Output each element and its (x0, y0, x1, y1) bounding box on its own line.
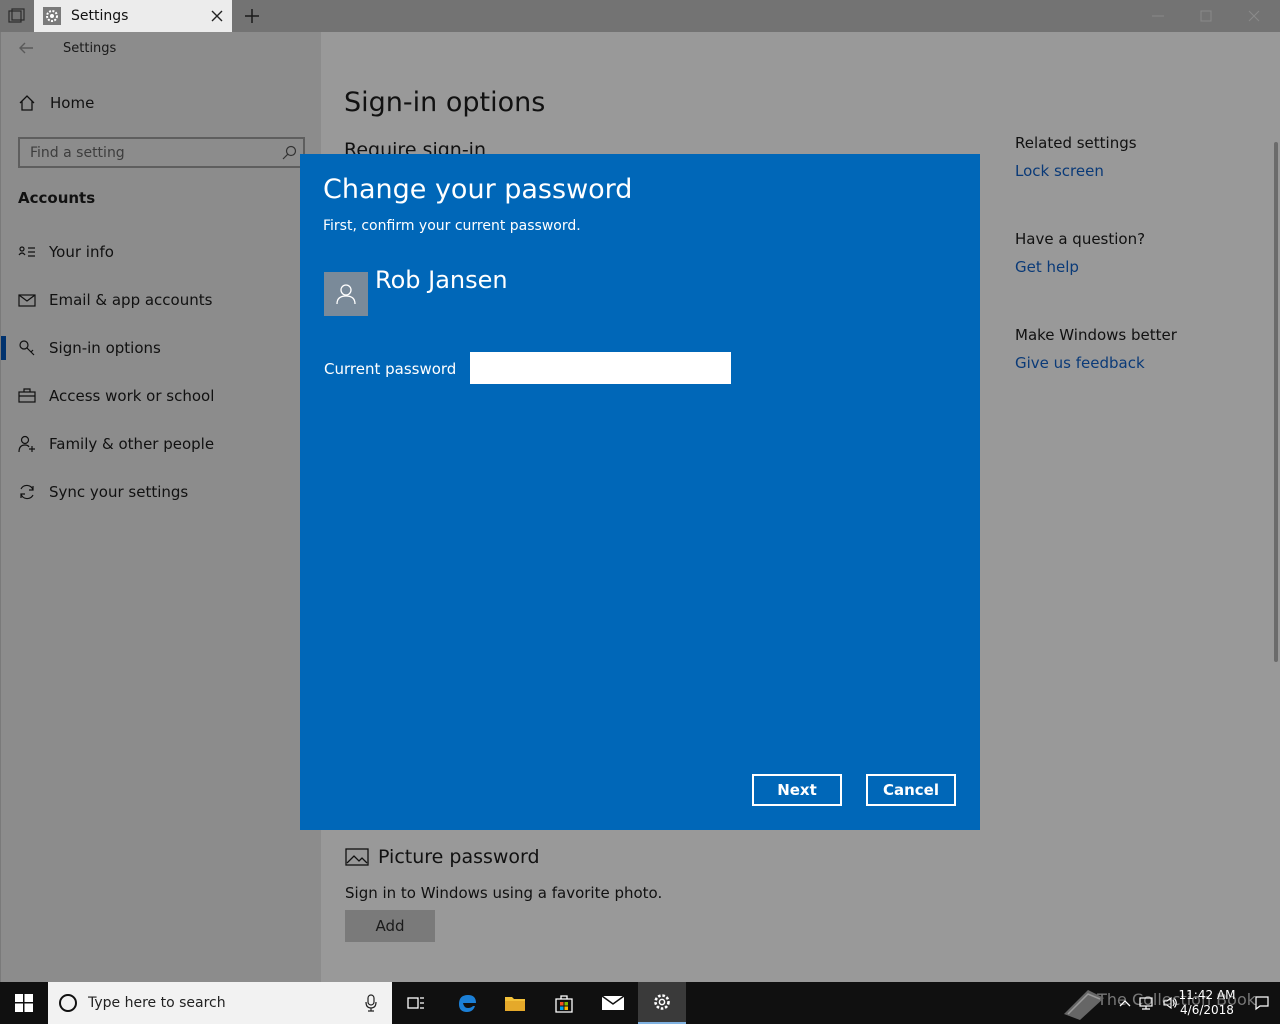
task-view-button[interactable] (392, 982, 440, 1024)
new-tab-icon[interactable] (242, 6, 262, 26)
person-add-icon (18, 435, 35, 453)
current-password-field[interactable] (470, 352, 731, 384)
app-title: Settings (63, 41, 117, 56)
file-explorer-button[interactable] (491, 982, 539, 1024)
change-password-dialog: Change your password First, confirm your… (300, 154, 980, 830)
tab-settings[interactable]: Settings (34, 0, 232, 32)
question-heading: Have a question? (1015, 230, 1146, 248)
home-label: Home (50, 94, 95, 112)
mail-app-button[interactable] (589, 982, 637, 1024)
find-setting-search[interactable] (18, 137, 305, 168)
user-icon (336, 284, 356, 305)
mail-app-icon (601, 995, 625, 1010)
sync-icon (20, 484, 34, 500)
action-center-icon[interactable] (1254, 995, 1270, 1011)
clock-time: 11:42 AM (1178, 988, 1236, 1002)
gear-icon (654, 994, 670, 1010)
microphone-icon[interactable] (364, 994, 378, 1012)
get-help-link[interactable]: Get help (1015, 258, 1255, 276)
user-name: Rob Jansen (375, 266, 508, 294)
taskbar: The Collection Book 11:42 AM 4/6/2018 (0, 982, 1280, 1024)
store-button[interactable] (540, 982, 588, 1024)
sidebar-item-label: Email & app accounts (49, 291, 213, 309)
system-tray: The Collection Book 11:42 AM 4/6/2018 (1020, 982, 1280, 1024)
clock[interactable]: 11:42 AM 4/6/2018 (1172, 988, 1242, 1018)
edge-icon (459, 995, 476, 1012)
tab-overview-icon[interactable] (8, 8, 26, 24)
sidebar-item-access-work-school[interactable]: Access work or school (1, 372, 322, 420)
search-icon[interactable] (282, 145, 297, 160)
dialog-title: Change your password (323, 174, 633, 205)
network-icon[interactable] (1138, 995, 1154, 1011)
mail-icon (18, 294, 36, 307)
taskbar-search[interactable] (48, 982, 392, 1024)
close-tab-icon[interactable] (208, 7, 226, 25)
gear-icon (43, 7, 61, 25)
sidebar-item-label: Family & other people (49, 435, 215, 453)
sidebar-item-label: Sign-in options (49, 339, 161, 357)
task-view-icon (407, 997, 424, 1009)
clock-date: 4/6/2018 (1180, 1003, 1234, 1017)
folder-icon (505, 997, 525, 1011)
sidebar-item-label: Your info (49, 243, 114, 261)
sidebar-nav: Your info Email & app accounts Sign-in o… (1, 228, 322, 516)
cortana-icon (59, 994, 77, 1012)
page-title: Sign-in options (344, 87, 546, 118)
maximize-icon[interactable] (1198, 8, 1214, 24)
require-sign-in-heading: Require sign-in (344, 139, 486, 155)
back-arrow-icon[interactable] (17, 40, 35, 56)
store-icon (555, 995, 573, 1013)
give-feedback-link[interactable]: Give us feedback (1015, 354, 1255, 372)
section-title: Accounts (18, 189, 96, 207)
settings-app-button[interactable] (638, 982, 686, 1024)
current-password-label: Current password (324, 360, 457, 378)
sidebar: Settings Home Accounts Your info (0, 32, 321, 982)
feedback-heading: Make Windows better (1015, 326, 1177, 344)
taskbar-search-input[interactable] (88, 995, 338, 1011)
picture-password-add-button[interactable]: Add (345, 910, 435, 942)
home-link[interactable]: Home (18, 94, 94, 112)
sidebar-item-label: Access work or school (49, 387, 215, 405)
related-settings: Related settings Lock screen (1015, 134, 1255, 180)
title-bar: Settings (0, 0, 1280, 32)
windows-logo-icon (15, 994, 33, 1012)
help-section: Have a question? Get help (1015, 230, 1255, 276)
sidebar-item-sync-settings[interactable]: Sync your settings (1, 468, 322, 516)
start-button[interactable] (0, 982, 48, 1024)
chevron-up-icon[interactable] (1117, 995, 1133, 1011)
edge-button[interactable] (443, 982, 491, 1024)
sidebar-item-email-app-accounts[interactable]: Email & app accounts (1, 276, 322, 324)
cancel-button[interactable]: Cancel (866, 774, 956, 806)
search-input[interactable] (20, 139, 303, 166)
feedback-section: Make Windows better Give us feedback (1015, 326, 1255, 372)
sidebar-item-sign-in-options[interactable]: Sign-in options (1, 324, 322, 372)
picture-password-heading: Picture password (345, 846, 540, 868)
key-icon (19, 340, 35, 356)
dialog-subtitle: First, confirm your current password. (323, 218, 581, 234)
home-icon (19, 95, 35, 111)
briefcase-icon (18, 388, 36, 403)
lock-screen-link[interactable]: Lock screen (1015, 162, 1255, 180)
picture-icon (345, 848, 369, 866)
contact-card-icon (18, 246, 35, 257)
picture-password-title: Picture password (378, 846, 540, 868)
sidebar-item-family-other-people[interactable]: Family & other people (1, 420, 322, 468)
sidebar-item-label: Sync your settings (49, 483, 189, 501)
next-button[interactable]: Next (752, 774, 842, 806)
sidebar-item-your-info[interactable]: Your info (1, 228, 322, 276)
scrollbar[interactable] (1274, 142, 1278, 662)
close-window-icon[interactable] (1246, 8, 1262, 24)
picture-password-description: Sign in to Windows using a favorite phot… (345, 884, 663, 902)
related-settings-heading: Related settings (1015, 134, 1137, 152)
tab-title: Settings (71, 8, 129, 24)
avatar (324, 272, 368, 316)
minimize-icon[interactable] (1150, 8, 1166, 24)
book-logo-icon (1064, 990, 1104, 1020)
